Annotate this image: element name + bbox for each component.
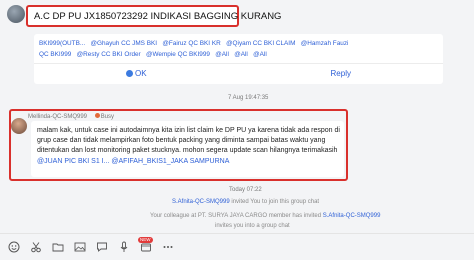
- system-invite-1: S.Afnita-QC-SMQ999 invited You to join t…: [172, 199, 319, 205]
- scissors-icon[interactable]: [30, 240, 42, 253]
- group-avatar[interactable]: [7, 5, 25, 23]
- timestamp: 7 Aug 19:47:35: [228, 95, 269, 101]
- mention[interactable]: @Ghayuh CC JMS BKI: [91, 40, 158, 47]
- mention[interactable]: @All: [234, 51, 248, 58]
- invite-text: invites you into a group chat: [215, 223, 290, 229]
- invite-text: invited You to join this group chat: [229, 199, 320, 205]
- message-highlight: [9, 109, 348, 181]
- timestamp: Today 07:22: [229, 187, 262, 193]
- mention[interactable]: @All: [253, 51, 267, 58]
- emoji-icon[interactable]: [8, 240, 20, 253]
- mention-list: BKI999(OUTB... @Ghayuh CC JMS BKI @Fairu…: [39, 38, 348, 60]
- ok-label: OK: [134, 69, 147, 78]
- composer-toolbar: NEW: [0, 233, 474, 260]
- system-invite-3: invites you into a group chat: [215, 223, 290, 229]
- mention[interactable]: @All: [215, 51, 229, 58]
- mention[interactable]: @Qiyam CC BKI CLAIM: [226, 40, 295, 47]
- image-icon[interactable]: [74, 240, 86, 252]
- ok-button[interactable]: OK: [34, 64, 239, 84]
- invite-user-link[interactable]: S.Afnita-QC-SMQ999: [321, 213, 381, 219]
- system-invite-2: Your colleague at PT. SURYA JAYA CARGO m…: [150, 213, 380, 219]
- mention[interactable]: @Wempie QC BKI999: [146, 51, 210, 58]
- mention[interactable]: QC BKI999: [39, 51, 71, 58]
- voice-icon[interactable]: [118, 240, 130, 252]
- mention[interactable]: @Fairuz QC BKI KR: [162, 40, 220, 47]
- mention[interactable]: BKI999(OUTB...: [39, 40, 85, 47]
- chat-title: A.C DP PU JX1850723292 INDIKASI BAGGING …: [34, 11, 282, 22]
- ok-icon: [125, 70, 133, 77]
- new-badge: NEW: [138, 237, 153, 243]
- mention[interactable]: @Resty CC BKI Order: [77, 51, 141, 58]
- mention[interactable]: @Hamzah Fauzi: [301, 40, 349, 47]
- reply-label: Reply: [330, 69, 351, 78]
- chat-title-highlight: A.C DP PU JX1850723292 INDIKASI BAGGING …: [26, 5, 281, 27]
- reply-button[interactable]: Reply: [239, 64, 444, 84]
- more-icon[interactable]: [162, 240, 174, 252]
- invite-text: Your colleague at PT. SURYA JAYA CARGO m…: [150, 213, 322, 219]
- folder-icon[interactable]: [52, 240, 64, 252]
- chat-history-icon[interactable]: [96, 240, 108, 252]
- invite-user-link[interactable]: S.Afnita-QC-SMQ999: [172, 199, 230, 205]
- card-actions: OK Reply: [34, 63, 443, 84]
- mention-card: BKI999(OUTB... @Ghayuh CC JMS BKI @Fairu…: [34, 34, 443, 84]
